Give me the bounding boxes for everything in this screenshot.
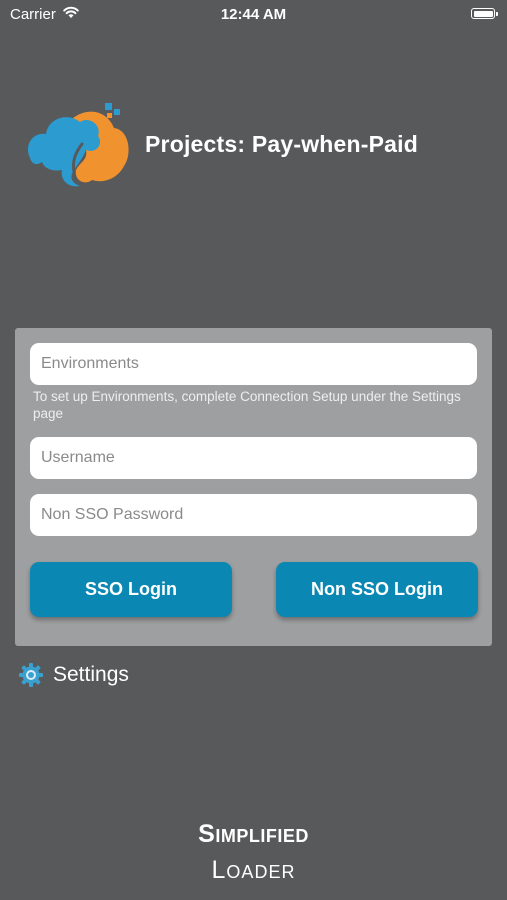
status-time: 12:44 AM xyxy=(220,6,287,23)
login-panel: To set up Environments, complete Connect… xyxy=(15,328,492,646)
cloud-logo-icon xyxy=(27,103,129,187)
username-field[interactable] xyxy=(30,437,477,479)
environments-hint: To set up Environments, complete Connect… xyxy=(33,389,461,421)
brand-line-1: Simplified xyxy=(198,820,309,848)
sso-login-button[interactable]: SSO Login xyxy=(30,562,232,617)
password-field[interactable] xyxy=(30,494,477,536)
environments-field[interactable] xyxy=(30,343,477,385)
non-sso-login-button[interactable]: Non SSO Login xyxy=(276,562,478,617)
battery-icon xyxy=(471,8,498,19)
brand-line-2: Loader xyxy=(211,856,296,884)
gear-icon xyxy=(19,663,43,687)
settings-label: Settings xyxy=(53,663,129,686)
page-title: Projects: Pay-when-Paid xyxy=(145,131,419,157)
status-bar: Carrier 12:44 AM xyxy=(0,0,507,28)
settings-link[interactable]: Settings xyxy=(18,661,129,689)
